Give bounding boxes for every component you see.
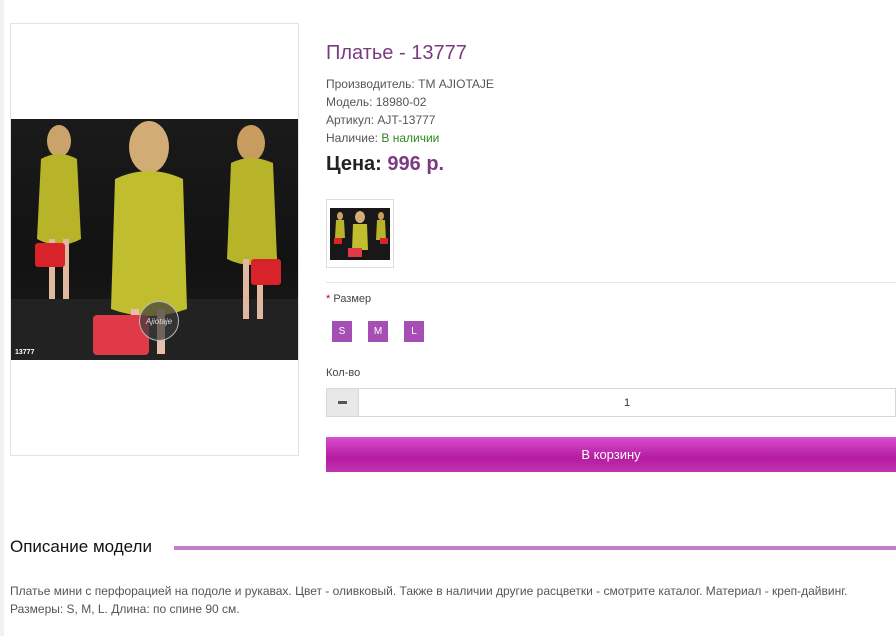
size-option-s[interactable]: S — [332, 321, 352, 342]
quantity-input[interactable] — [359, 389, 895, 416]
thumbnail-image[interactable] — [330, 208, 390, 260]
availability-row: Наличие: В наличии — [326, 129, 494, 147]
availability-value: В наличии — [381, 131, 440, 145]
page-gutter — [0, 0, 4, 636]
size-option-l[interactable]: L — [404, 321, 424, 342]
sku-label: Артикул: — [326, 113, 375, 127]
sku-value: AJT-13777 — [377, 113, 436, 127]
model-value: 18980-02 — [375, 95, 427, 109]
model-row: Модель: 18980-02 — [326, 93, 494, 111]
section-divider — [326, 282, 896, 283]
quantity-stepper — [326, 388, 896, 417]
manufacturer-row: Производитель: ТМ AJIOTAJE — [326, 75, 494, 93]
description-heading: Описание модели — [10, 537, 160, 557]
size-options: S M L — [332, 321, 440, 342]
size-label: * Размер — [326, 293, 371, 305]
description-heading-rule — [174, 546, 896, 550]
price: Цена: 996 р. — [326, 153, 444, 176]
quantity-label: Кол-во — [326, 367, 361, 379]
product-image-frame[interactable]: Ajiotaje 13777 — [10, 23, 299, 456]
add-to-cart-button[interactable]: В корзину — [326, 437, 896, 472]
price-value: 996 р. — [387, 153, 445, 175]
manufacturer-value[interactable]: ТМ AJIOTAJE — [418, 77, 494, 91]
product-page: Ajiotaje 13777 Платье - 13777 Производит… — [0, 0, 896, 636]
size-option-m[interactable]: M — [368, 321, 388, 342]
price-label: Цена: — [326, 153, 382, 175]
sku-row: Артикул: AJT-13777 — [326, 111, 494, 129]
photo-sku-tag: 13777 — [15, 349, 35, 356]
product-title: Платье - 13777 — [326, 42, 467, 64]
manufacturer-label: Производитель: — [326, 77, 415, 91]
minus-icon — [338, 401, 347, 404]
product-photo[interactable]: Ajiotaje 13777 — [11, 119, 298, 360]
thumbnail-illustration — [334, 211, 388, 257]
product-thumbnail[interactable] — [326, 199, 394, 268]
size-label-text: Размер — [333, 293, 372, 305]
required-mark: * — [326, 293, 331, 305]
quantity-decrease-button[interactable] — [327, 389, 359, 416]
brand-logo-seal: Ajiotaje — [139, 301, 179, 341]
model-label: Модель: — [326, 95, 373, 109]
description-text: Платье мини с перфорацией на подоле и ру… — [10, 584, 848, 616]
availability-label: Наличие: — [326, 131, 379, 145]
product-meta: Производитель: ТМ AJIOTAJE Модель: 18980… — [326, 75, 494, 147]
